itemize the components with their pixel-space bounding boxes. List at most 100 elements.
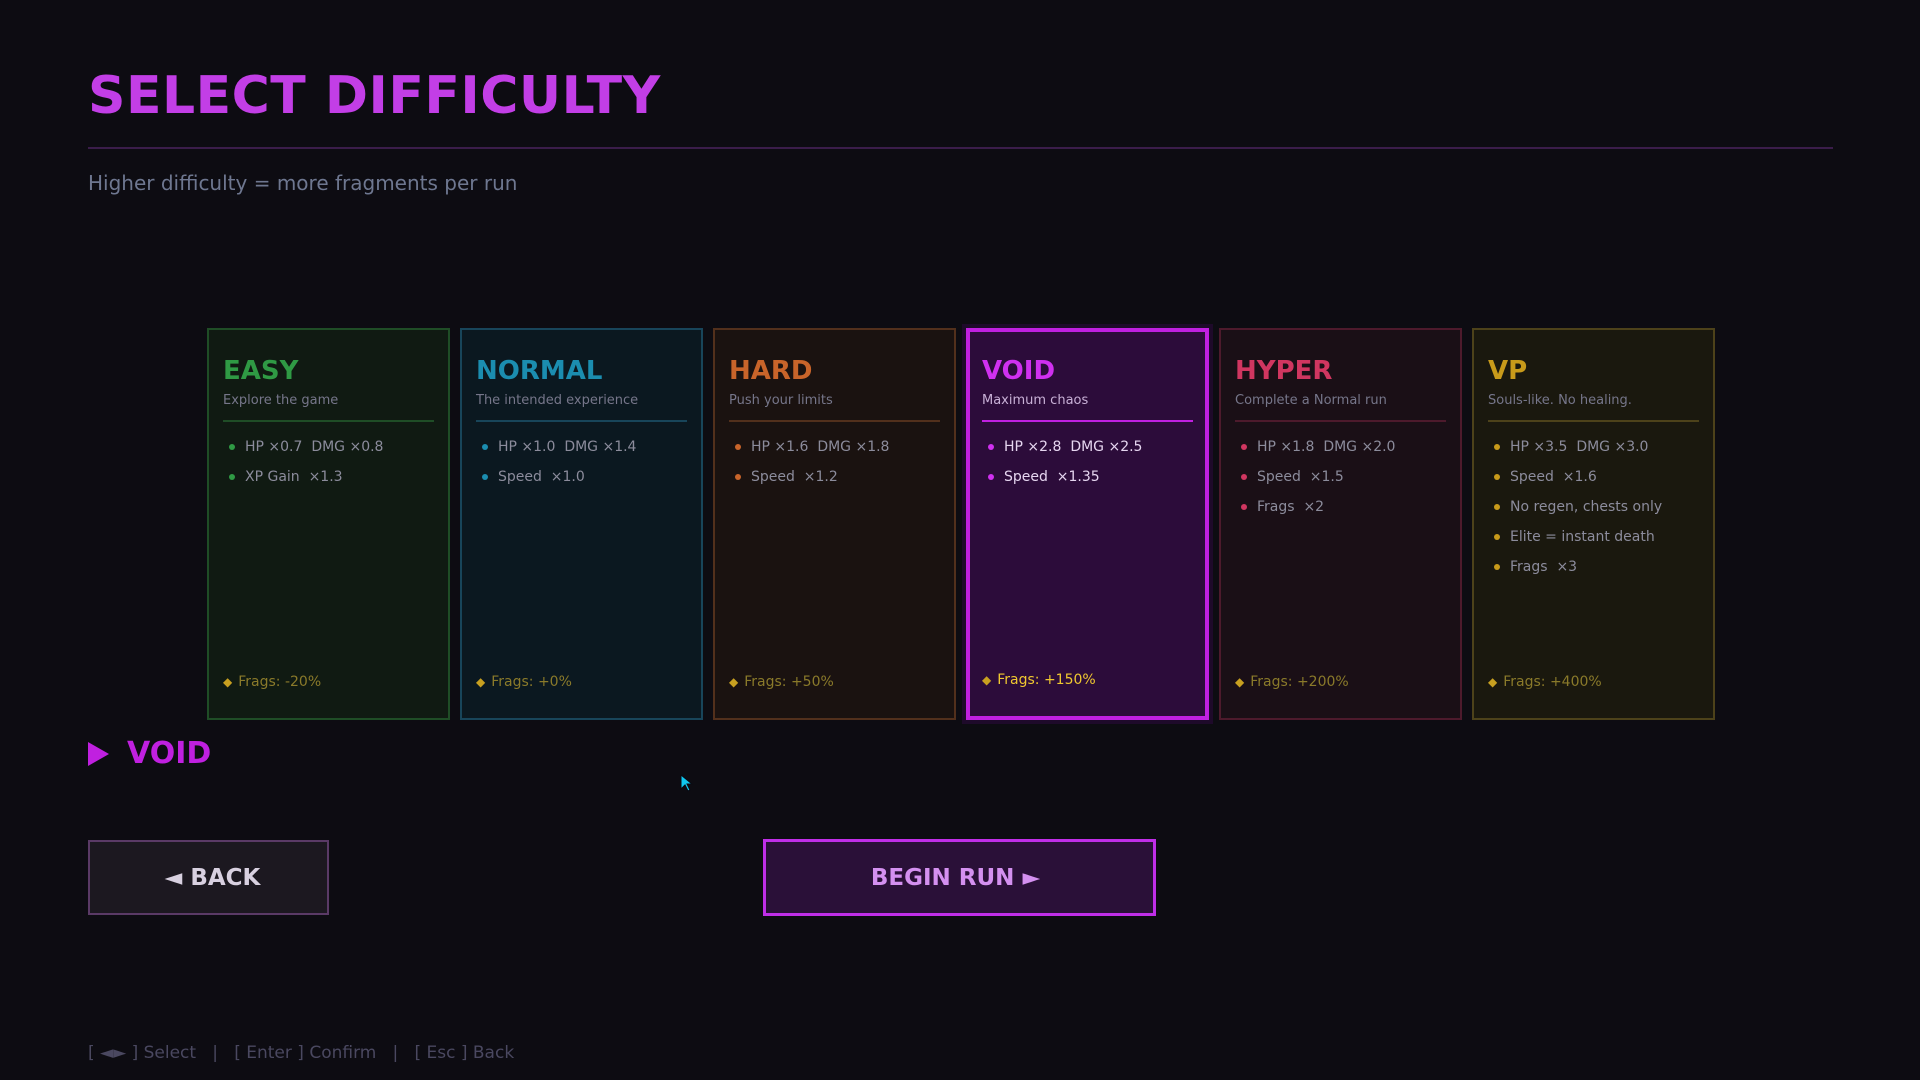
play-arrow-icon (88, 741, 109, 766)
stat-text: Speed ×1.35 (1004, 469, 1100, 485)
bullet-icon (988, 444, 994, 450)
bullet-icon (735, 474, 741, 480)
difficulty-card-body: NORMAL The intended experience HP ×1.0 DMG… (476, 350, 687, 718)
stat-item: HP ×0.7 DMG ×0.8 (223, 432, 434, 462)
stat-list: HP ×1.6 DMG ×1.8 Speed ×1.2 (729, 432, 940, 492)
stat-text: HP ×0.7 DMG ×0.8 (245, 439, 384, 455)
mouse-cursor-icon (680, 774, 694, 792)
difficulty-name: VP (1488, 356, 1528, 386)
bullet-icon (1494, 504, 1500, 510)
difficulty-tagline: Explore the game (223, 393, 339, 408)
frags-bonus-text: Frags: +0% (491, 674, 572, 690)
difficulty-card-vp[interactable]: VP Souls-like. No healing. HP ×3.5 DMG ×3.… (1472, 328, 1715, 720)
difficulty-card-void[interactable]: VOID Maximum chaos HP ×2.8 DMG ×2.5 Speed ×… (966, 328, 1209, 720)
frags-bonus: ◆ Frags: +50% (729, 674, 834, 690)
difficulty-tagline: Complete a Normal run (1235, 393, 1387, 408)
card-divider (982, 420, 1193, 422)
difficulty-card-list: EASY Explore the game HP ×0.7 DMG ×0.8 XP G… (207, 328, 1715, 720)
begin-run-label: BEGIN RUN (870, 864, 1015, 891)
stat-text: Speed ×1.6 (1510, 469, 1597, 485)
stat-item: Speed ×1.35 (982, 462, 1193, 492)
diamond-icon: ◆ (1488, 675, 1498, 689)
bullet-icon (482, 444, 488, 450)
bullet-icon (1494, 564, 1500, 570)
difficulty-name: HYPER (1235, 356, 1333, 386)
stat-text: HP ×1.0 DMG ×1.4 (498, 439, 637, 455)
difficulty-name: NORMAL (476, 356, 603, 386)
bullet-icon (1494, 474, 1500, 480)
card-divider (729, 420, 940, 422)
difficulty-tagline: Push your limits (729, 393, 833, 408)
stat-item: Speed ×1.2 (729, 462, 940, 492)
bullet-icon (482, 474, 488, 480)
stat-list: HP ×1.8 DMG ×2.0 Speed ×1.5 Frags ×2 (1235, 432, 1446, 522)
stat-item: HP ×1.0 DMG ×1.4 (476, 432, 687, 462)
stat-text: Speed ×1.2 (751, 469, 838, 485)
difficulty-name: EASY (223, 356, 299, 386)
stat-item: Frags ×3 (1488, 552, 1699, 582)
frags-bonus-text: Frags: +200% (1250, 674, 1349, 690)
bullet-icon (1494, 534, 1500, 540)
frags-bonus-text: Frags: +150% (997, 672, 1096, 688)
bullet-icon (1241, 474, 1247, 480)
stat-item: Elite = instant death (1488, 522, 1699, 552)
stat-text: Frags ×2 (1257, 499, 1325, 515)
bullet-icon (1241, 444, 1247, 450)
difficulty-name: HARD (729, 356, 813, 386)
stat-item: Speed ×1.6 (1488, 462, 1699, 492)
stat-list: HP ×3.5 DMG ×3.0 Speed ×1.6 No regen, ches… (1488, 432, 1699, 582)
stat-text: Elite = instant death (1510, 529, 1655, 545)
stat-item: Speed ×1.0 (476, 462, 687, 492)
difficulty-card-body: VOID Maximum chaos HP ×2.8 DMG ×2.5 Speed ×… (982, 350, 1193, 716)
bullet-icon (229, 444, 235, 450)
stat-text: Speed ×1.5 (1257, 469, 1344, 485)
page-title: SELECT DIFFICULTY (88, 66, 661, 126)
stat-text: XP Gain ×1.3 (245, 469, 343, 485)
card-divider (1235, 420, 1446, 422)
stat-text: HP ×1.8 DMG ×2.0 (1257, 439, 1396, 455)
begin-run-button[interactable]: BEGIN RUN ► (763, 839, 1156, 916)
frags-bonus-text: Frags: +50% (744, 674, 834, 690)
controls-hint: [ ◄► ] Select | [ Enter ] Confirm | [ Es… (88, 1043, 515, 1063)
selected-difficulty-name: VOID (127, 736, 212, 771)
frags-bonus: ◆ Frags: +200% (1235, 674, 1349, 690)
difficulty-tagline: The intended experience (476, 393, 639, 408)
diamond-icon: ◆ (729, 675, 739, 689)
stat-item: HP ×3.5 DMG ×3.0 (1488, 432, 1699, 462)
card-divider (476, 420, 687, 422)
frags-bonus-text: Frags: +400% (1503, 674, 1602, 690)
difficulty-tagline: Souls-like. No healing. (1488, 393, 1632, 408)
frags-bonus: ◆ Frags: +0% (476, 674, 572, 690)
back-button[interactable]: ◄ BACK (88, 840, 329, 915)
difficulty-card-body: HARD Push your limits HP ×1.6 DMG ×1.8 Spee… (729, 350, 940, 718)
stat-item: HP ×1.6 DMG ×1.8 (729, 432, 940, 462)
bullet-icon (1494, 444, 1500, 450)
stat-list: HP ×1.0 DMG ×1.4 Speed ×1.0 (476, 432, 687, 492)
bullet-icon (1241, 504, 1247, 510)
stat-list: HP ×0.7 DMG ×0.8 XP Gain ×1.3 (223, 432, 434, 492)
difficulty-card-body: EASY Explore the game HP ×0.7 DMG ×0.8 XP G… (223, 350, 434, 718)
frags-bonus: ◆ Frags: -20% (223, 674, 321, 690)
difficulty-card-body: VP Souls-like. No healing. HP ×3.5 DMG ×3.… (1488, 350, 1699, 718)
difficulty-card-normal[interactable]: NORMAL The intended experience HP ×1.0 DMG… (460, 328, 703, 720)
difficulty-card-hyper[interactable]: HYPER Complete a Normal run HP ×1.8 DMG ×2… (1219, 328, 1462, 720)
difficulty-tagline: Maximum chaos (982, 393, 1089, 408)
difficulty-card-easy[interactable]: EASY Explore the game HP ×0.7 DMG ×0.8 XP G… (207, 328, 450, 720)
stat-list: HP ×2.8 DMG ×2.5 Speed ×1.35 (982, 432, 1193, 492)
card-divider (223, 420, 434, 422)
difficulty-name: VOID (982, 356, 1056, 386)
stat-text: Frags ×3 (1510, 559, 1578, 575)
selected-difficulty-indicator: VOID (88, 736, 211, 771)
title-divider (88, 147, 1833, 149)
stat-text: HP ×1.6 DMG ×1.8 (751, 439, 890, 455)
back-arrow-icon: ◄ (164, 864, 183, 891)
stat-item: Frags ×2 (1235, 492, 1446, 522)
bullet-icon (229, 474, 235, 480)
frags-bonus-text: Frags: -20% (238, 674, 322, 690)
stat-item: XP Gain ×1.3 (223, 462, 434, 492)
diamond-icon: ◆ (223, 675, 233, 689)
difficulty-card-body: HYPER Complete a Normal run HP ×1.8 DMG ×2… (1235, 350, 1446, 718)
difficulty-card-hard[interactable]: HARD Push your limits HP ×1.6 DMG ×1.8 Spee… (713, 328, 956, 720)
stat-item: Speed ×1.5 (1235, 462, 1446, 492)
page-subtitle: Higher difficulty = more fragments per r… (88, 171, 518, 195)
